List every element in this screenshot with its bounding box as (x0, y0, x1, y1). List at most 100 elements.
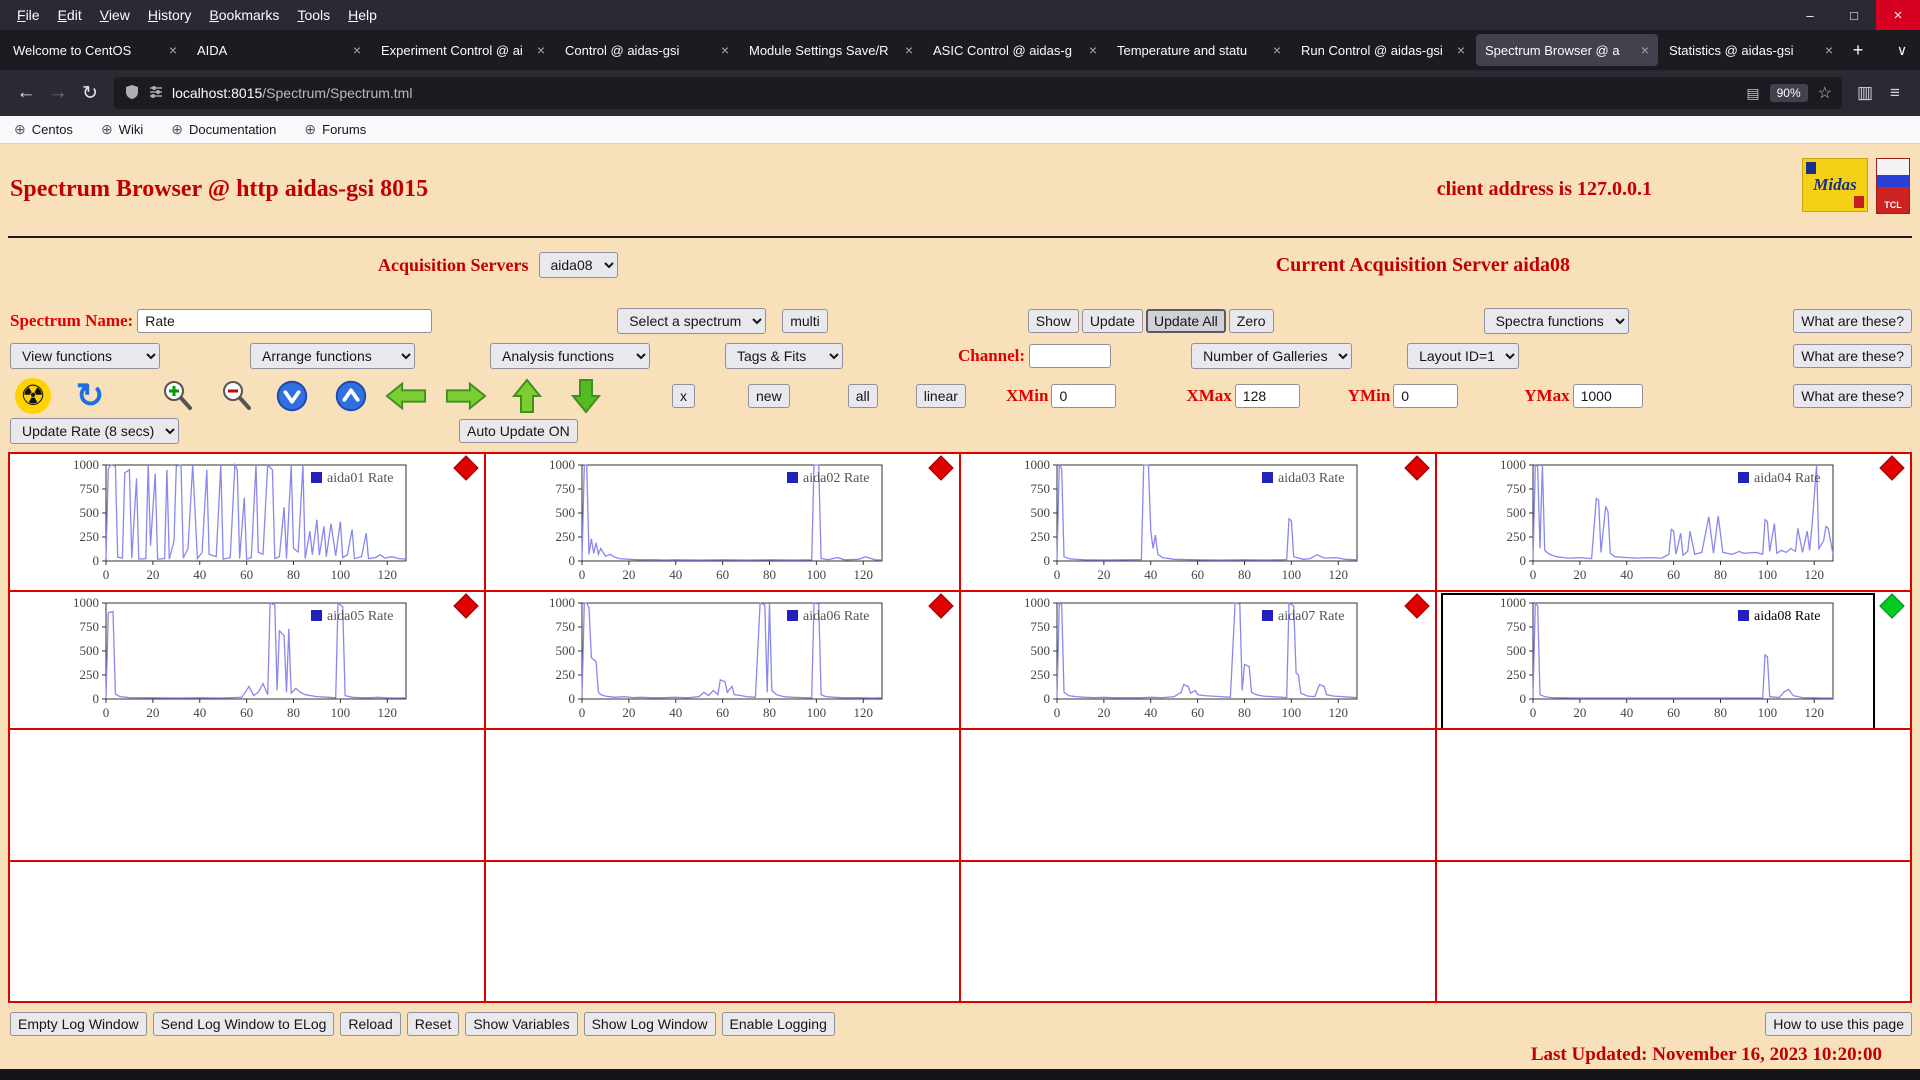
xmax-input[interactable] (1235, 384, 1300, 408)
auto-update-button[interactable]: Auto Update ON (459, 419, 578, 443)
arrow-down-icon[interactable] (565, 376, 607, 416)
minimize-icon[interactable]: – (1788, 0, 1832, 30)
linear-button[interactable]: linear (916, 384, 966, 408)
close-icon[interactable]: × (1876, 0, 1920, 30)
tab-close-icon[interactable]: × (1457, 42, 1465, 58)
radiation-icon[interactable]: ☢ (12, 376, 54, 416)
empty-log-window-button[interactable]: Empty Log Window (10, 1012, 147, 1036)
shift-up-circle-icon[interactable] (330, 376, 372, 416)
what-are-these-button-1[interactable]: What are these? (1793, 309, 1912, 333)
tags-fits-dropdown[interactable]: Tags & Fits (725, 343, 843, 369)
menu-bookmarks[interactable]: Bookmarks (200, 7, 288, 23)
gallery-cell-aida01[interactable]: 02505007501000020406080100120aida01 Rate (10, 454, 484, 590)
gallery-cell-aida04[interactable]: 02505007501000020406080100120aida04 Rate (1437, 454, 1911, 590)
gallery-cell-aida03[interactable]: 02505007501000020406080100120aida03 Rate (961, 454, 1435, 590)
arrange-functions-dropdown[interactable]: Arrange functions (250, 343, 415, 369)
menu-file[interactable]: File (8, 7, 49, 23)
menu-help[interactable]: Help (339, 7, 386, 23)
tab-module-settings[interactable]: Module Settings Save/R× (740, 34, 922, 66)
spectrum-chart[interactable]: 02505007501000020406080100120aida01 Rate (14, 455, 448, 590)
select-spectrum-dropdown[interactable]: Select a spectrum (617, 308, 766, 334)
channel-input[interactable] (1029, 344, 1111, 368)
spectra-functions-dropdown[interactable]: Spectra functions (1484, 308, 1629, 334)
tab-close-icon[interactable]: × (905, 42, 913, 58)
spectrum-chart[interactable]: 02505007501000020406080100120aida06 Rate (490, 593, 924, 728)
tab-close-icon[interactable]: × (721, 42, 729, 58)
status-diamond-icon[interactable] (1404, 455, 1429, 480)
maximize-icon[interactable]: □ (1832, 0, 1876, 30)
arrow-up-icon[interactable] (506, 376, 548, 416)
reader-mode-icon[interactable]: ▤ (1746, 85, 1759, 102)
update-button[interactable]: Update (1082, 309, 1143, 333)
send-log-window-button[interactable]: Send Log Window to ELog (153, 1012, 335, 1036)
spectrum-chart[interactable]: 02505007501000020406080100120aida02 Rate (490, 455, 924, 590)
bookmark-wiki[interactable]: ⊕Wiki (101, 121, 143, 138)
show-log-window-button[interactable]: Show Log Window (584, 1012, 716, 1036)
tab-close-icon[interactable]: × (537, 42, 545, 58)
menu-tools[interactable]: Tools (288, 7, 339, 23)
spectrum-name-input[interactable] (137, 309, 432, 333)
gallery-cell-aida07[interactable]: 02505007501000020406080100120aida07 Rate (961, 592, 1435, 728)
menu-history[interactable]: History (139, 7, 201, 23)
bookmark-documentation[interactable]: ⊕Documentation (171, 121, 276, 138)
status-diamond-icon[interactable] (453, 455, 478, 480)
tab-overflow-icon[interactable]: ∨ (1887, 42, 1917, 59)
update-rate-dropdown[interactable]: Update Rate (8 secs) (10, 418, 179, 444)
reload-icon[interactable]: ↻ (74, 77, 106, 109)
reload-button[interactable]: Reload (340, 1012, 400, 1036)
view-functions-dropdown[interactable]: View functions (10, 343, 160, 369)
status-diamond-icon[interactable] (453, 593, 478, 618)
status-diamond-icon[interactable] (1404, 593, 1429, 618)
gallery-cell-aida06[interactable]: 02505007501000020406080100120aida06 Rate (486, 592, 960, 728)
connection-settings-icon[interactable] (148, 84, 164, 103)
tab-run-control[interactable]: Run Control @ aidas-gsi× (1292, 34, 1474, 66)
ymin-input[interactable] (1393, 384, 1458, 408)
tab-close-icon[interactable]: × (1273, 42, 1281, 58)
spectrum-chart[interactable]: 02505007501000020406080100120aida07 Rate (965, 593, 1399, 728)
tab-close-icon[interactable]: × (353, 42, 361, 58)
forward-icon[interactable]: → (42, 77, 74, 109)
layout-id-dropdown[interactable]: Layout ID=1 (1407, 343, 1519, 369)
url-bar[interactable]: localhost:8015/Spectrum/Spectrum.tml ▤ 9… (114, 77, 1842, 109)
status-diamond-icon[interactable] (928, 593, 953, 618)
spectrum-chart[interactable]: 02505007501000020406080100120aida05 Rate (14, 593, 448, 728)
menu-view[interactable]: View (91, 7, 139, 23)
spectrum-chart[interactable]: 02505007501000020406080100120aida08 Rate (1441, 593, 1875, 728)
what-are-these-button-3[interactable]: What are these? (1793, 384, 1912, 408)
tab-asic-control[interactable]: ASIC Control @ aidas-g× (924, 34, 1106, 66)
app-menu-icon[interactable]: ≡ (1880, 83, 1910, 103)
bookmark-star-icon[interactable]: ☆ (1818, 83, 1832, 103)
all-button[interactable]: all (848, 384, 878, 408)
status-diamond-icon[interactable] (928, 455, 953, 480)
zoom-in-icon[interactable] (157, 376, 199, 416)
number-of-galleries-dropdown[interactable]: Number of Galleries (1191, 343, 1352, 369)
zoom-out-icon[interactable] (216, 376, 258, 416)
zero-button[interactable]: Zero (1229, 309, 1274, 333)
tab-close-icon[interactable]: × (1089, 42, 1097, 58)
tab-experiment-control[interactable]: Experiment Control @ ai× (372, 34, 554, 66)
arrow-right-icon[interactable] (445, 376, 487, 416)
tab-close-icon[interactable]: × (1825, 42, 1833, 58)
selected-status-diamond-icon[interactable] (1879, 593, 1904, 618)
tab-close-icon[interactable]: × (1641, 42, 1649, 58)
gallery-cell-aida08[interactable]: 02505007501000020406080100120aida08 Rate (1437, 592, 1911, 728)
tab-temperature-status[interactable]: Temperature and statu× (1108, 34, 1290, 66)
menu-edit[interactable]: Edit (49, 7, 91, 23)
tab-aida[interactable]: AIDA× (188, 34, 370, 66)
reset-button[interactable]: Reset (407, 1012, 460, 1036)
tab-spectrum-browser[interactable]: Spectrum Browser @ a× (1476, 34, 1658, 66)
multi-button[interactable]: multi (782, 309, 828, 333)
url-text[interactable]: localhost:8015/Spectrum/Spectrum.tml (172, 85, 1736, 101)
status-diamond-icon[interactable] (1879, 455, 1904, 480)
arrow-left-icon[interactable] (385, 376, 427, 416)
spectrum-chart[interactable]: 02505007501000020406080100120aida04 Rate (1441, 455, 1875, 590)
bookmark-centos[interactable]: ⊕Centos (14, 121, 73, 138)
enable-logging-button[interactable]: Enable Logging (722, 1012, 835, 1036)
shift-down-circle-icon[interactable] (271, 376, 313, 416)
tab-statistics[interactable]: Statistics @ aidas-gsi× (1660, 34, 1842, 66)
how-to-use-button[interactable]: How to use this page (1765, 1012, 1912, 1036)
gallery-cell-aida02[interactable]: 02505007501000020406080100120aida02 Rate (486, 454, 960, 590)
show-button[interactable]: Show (1028, 309, 1079, 333)
sidebar-icon[interactable]: ▥ (1850, 83, 1880, 103)
gallery-cell-aida05[interactable]: 02505007501000020406080100120aida05 Rate (10, 592, 484, 728)
